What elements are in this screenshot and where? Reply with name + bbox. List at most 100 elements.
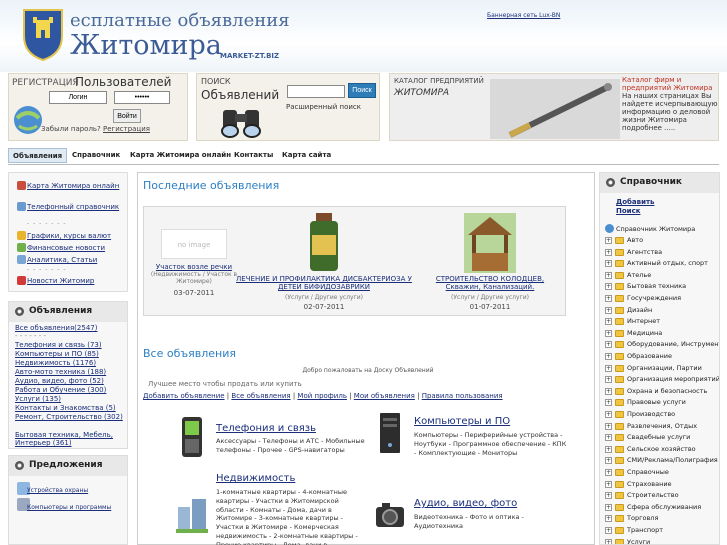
directory-tree-item[interactable]: + Организации, Партии [605, 364, 719, 375]
expand-icon[interactable]: + [605, 329, 612, 337]
login-button[interactable]: Войти [113, 109, 141, 123]
directory-tree-label[interactable]: Транспорт [627, 526, 663, 534]
directory-tree-item[interactable]: + Развлечения, Отдых [605, 422, 719, 433]
directory-tree-label[interactable]: Производство [627, 410, 675, 418]
expand-icon[interactable]: + [605, 295, 612, 302]
directory-tree-item[interactable]: + Страхование [605, 480, 719, 491]
banner-network-link[interactable]: Баннерная сеть Lux-BN [487, 12, 560, 19]
directory-tree-label[interactable]: Ателье [627, 271, 651, 279]
directory-tree-item[interactable]: + Медицина [605, 329, 719, 340]
directory-search-link[interactable]: Поиск [616, 207, 640, 215]
latest-ad-title[interactable]: Участок возле речки [144, 263, 244, 271]
category-name[interactable]: Недвижимость [216, 473, 295, 484]
my-profile-link[interactable]: Мой профиль [297, 392, 347, 400]
expand-icon[interactable]: + [605, 445, 612, 453]
catalog-box[interactable]: КАТАЛОГ ПРЕДПРИЯТИЙ ЖИТОМИРА Каталог фир… [389, 73, 719, 141]
tab-directory[interactable]: Справочник [68, 148, 124, 163]
directory-tree-label[interactable]: Развлечения, Отдых [627, 422, 697, 430]
search-button[interactable]: Поиск [348, 83, 376, 98]
forgot-password-text[interactable]: Забыли пароль? [41, 125, 101, 133]
directory-tree-label[interactable]: Активный отдых, спорт [627, 259, 708, 267]
ad-category-audio[interactable]: Аудио, видео, фото (52) [15, 377, 127, 385]
directory-tree-label[interactable]: Дизайн [627, 306, 652, 314]
login-field[interactable] [49, 91, 107, 104]
directory-tree-label[interactable]: Услуги [627, 538, 650, 544]
expand-icon[interactable]: + [605, 353, 612, 360]
register-link[interactable]: Регистрация [103, 125, 150, 133]
ad-category-realty[interactable]: Недвижимость (1176) [15, 359, 127, 367]
all-ads-link[interactable]: Все объявления [231, 392, 290, 400]
search-input[interactable] [287, 85, 345, 98]
left-link-finance-news[interactable]: Финансовые новости [27, 244, 129, 252]
expand-icon[interactable]: + [605, 480, 612, 488]
directory-tree-item[interactable]: + Производство [605, 410, 719, 421]
directory-tree-label[interactable]: Страхование [627, 480, 672, 488]
left-link-map[interactable]: Карта Житомира онлайн [27, 182, 129, 190]
directory-tree-item[interactable]: + Сфера обслуживания [605, 503, 719, 514]
directory-tree-item[interactable]: + Строительство [605, 491, 719, 502]
category-name[interactable]: Телефония и связь [216, 423, 316, 434]
my-ads-link[interactable]: Мои объявления [354, 392, 415, 400]
directory-tree-label[interactable]: Организация мероприятий [627, 375, 719, 383]
ad-category-computers[interactable]: Компьютеры и ПО (85) [15, 350, 127, 358]
directory-tree-item[interactable]: + Сельское хозяйство [605, 445, 719, 456]
directory-tree-item[interactable]: + Образование [605, 352, 719, 363]
directory-tree-item[interactable]: + Авто [605, 236, 719, 247]
rules-link[interactable]: Правила пользования [422, 392, 503, 400]
offer-link-security[interactable]: Устройства охраны [27, 487, 88, 494]
tab-contacts[interactable]: Контакты [230, 148, 277, 163]
ad-category-telephony[interactable]: Телефония и связь (73) [15, 341, 127, 349]
directory-tree-label[interactable]: Интернет [627, 317, 660, 325]
category-subcategories[interactable]: Видеотехника - Фото и оптика - Аудиотехн… [414, 513, 564, 531]
expand-icon[interactable]: + [605, 503, 612, 511]
left-link-phonebook[interactable]: Телефонный справочник [27, 203, 129, 211]
directory-tree-item[interactable]: + Охрана и безопасность [605, 387, 719, 398]
directory-tree-item[interactable]: + Справочные [605, 468, 719, 479]
directory-tree-item[interactable]: + Свадебные услуги [605, 433, 719, 444]
directory-tree-item[interactable]: + Транспорт [605, 526, 719, 537]
expand-icon[interactable]: + [605, 492, 612, 500]
expand-icon[interactable]: + [605, 411, 612, 418]
directory-tree-label[interactable]: Охрана и безопасность [627, 387, 707, 395]
expand-icon[interactable]: + [605, 376, 612, 384]
category-subcategories[interactable]: Компьютеры - Периферийные устройства - Н… [414, 431, 569, 457]
directory-tree-label[interactable]: Госучреждения [627, 294, 681, 302]
ad-category-all[interactable]: Все объявления(2547) [15, 324, 127, 332]
expand-icon[interactable]: + [605, 434, 612, 442]
directory-tree-label[interactable]: Образование [627, 352, 672, 360]
tab-ads[interactable]: Объявления [8, 148, 68, 163]
directory-tree-item[interactable]: + Организация мероприятий [605, 375, 719, 386]
tab-map[interactable]: Карта Житомира онлайн [126, 148, 235, 163]
directory-tree-item[interactable]: + Правовые услуги [605, 398, 719, 409]
expand-icon[interactable]: + [605, 387, 612, 395]
directory-root[interactable]: Справочник Житомира [616, 225, 695, 233]
left-link-news[interactable]: Новости Житомир [27, 277, 129, 285]
ad-category-services[interactable]: Услуги (135) [15, 395, 127, 403]
latest-ad-card[interactable]: СТРОИТЕЛЬСТВО КОЛОДЦЕВ, Скважин, Канализ… [427, 207, 553, 317]
directory-tree-label[interactable]: Медицина [627, 329, 662, 337]
expand-icon[interactable]: + [605, 515, 612, 523]
expand-icon[interactable]: + [605, 283, 612, 291]
ad-category-jobs[interactable]: Работа и Обучение (300) [15, 386, 127, 394]
latest-ad-card[interactable]: no image Участок возле речки (Недвижимос… [144, 207, 244, 317]
category-name[interactable]: Компьютеры и ПО [414, 416, 510, 427]
offer-link-computers[interactable]: Компьютеры и программы [27, 504, 111, 511]
expand-icon[interactable]: + [605, 457, 612, 465]
expand-icon[interactable]: + [605, 399, 612, 407]
category-name[interactable]: Аудио, видео, фото [414, 498, 517, 509]
ad-category-auto[interactable]: Авто-мото техника (188) [15, 368, 127, 376]
tab-sitemap[interactable]: Карта сайта [278, 148, 335, 163]
directory-tree-item[interactable]: + СМИ/Реклама/Полиграфия [605, 456, 719, 467]
directory-tree-item[interactable]: + Услуги [605, 538, 719, 544]
latest-ad-title[interactable]: ЛЕЧЕНИЕ И ПРОФИЛАКТИКА ДИСБАКТЕРИОЗА У Д… [234, 275, 414, 291]
directory-tree-label[interactable]: СМИ/Реклама/Полиграфия [627, 456, 718, 464]
directory-tree-item[interactable]: + Госучреждения [605, 294, 719, 305]
directory-tree-label[interactable]: Справочные [627, 468, 669, 476]
expand-icon[interactable]: + [605, 538, 612, 544]
directory-tree-label[interactable]: Строительство [627, 491, 679, 499]
directory-tree-label[interactable]: Свадебные услуги [627, 433, 690, 441]
directory-tree-item[interactable]: + Ателье [605, 271, 719, 282]
directory-add-link[interactable]: Добавить [616, 198, 654, 206]
add-ad-link[interactable]: Добавить объявление [143, 392, 225, 400]
directory-tree-item[interactable]: + Дизайн [605, 306, 719, 317]
